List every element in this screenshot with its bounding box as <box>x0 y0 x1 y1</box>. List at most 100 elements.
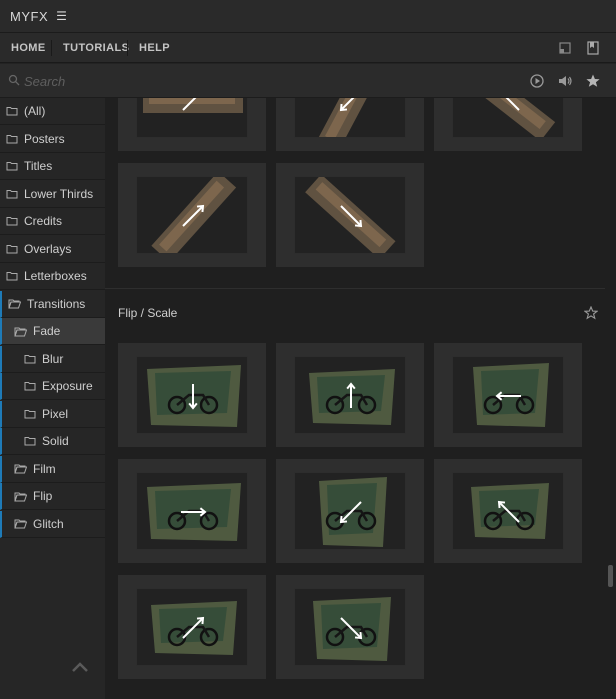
thumbnail-preview <box>136 472 248 550</box>
sidebar-item-label: Pixel <box>42 406 69 421</box>
hamburger-menu-icon[interactable]: ☰ <box>56 9 67 23</box>
sidebar-item-fade[interactable]: Fade <box>0 318 105 345</box>
section-divider <box>105 288 605 289</box>
sidebar-item-exposure[interactable]: Exposure <box>0 373 105 400</box>
scrollbar-thumb[interactable] <box>608 565 613 587</box>
sidebar-item-credits[interactable]: Credits <box>0 208 105 235</box>
effect-thumbnail[interactable] <box>276 575 424 679</box>
app-title: MYFX <box>10 8 49 24</box>
nav-divider <box>51 40 52 56</box>
preview-arrow-up-right-icon <box>143 98 243 113</box>
sidebar-item-label: (All) <box>24 104 46 118</box>
sidebar-item-all[interactable]: (All) <box>0 98 105 125</box>
volume-icon[interactable] <box>557 73 573 89</box>
preview-arrow-down-left-icon <box>319 477 387 547</box>
thumbnail-preview <box>136 588 248 666</box>
effects-grid: Flip / Scale <box>105 98 616 699</box>
sidebar-item-transitions[interactable]: Transitions <box>0 290 105 318</box>
folder-open-icon <box>14 518 33 529</box>
effect-thumbnail[interactable] <box>276 343 424 447</box>
folder-icon <box>6 216 24 226</box>
sidebar-item-glitch[interactable]: Glitch <box>0 510 105 538</box>
tab-tutorials[interactable]: TUTORIALS <box>63 33 129 63</box>
nav-bar: HOME TUTORIALS HELP <box>0 33 616 63</box>
folder-open-icon <box>14 326 33 337</box>
sidebar-item-letterboxes[interactable]: Letterboxes <box>0 263 105 290</box>
folder-icon <box>6 161 24 171</box>
thumbnail-preview <box>452 472 564 550</box>
sidebar-item-label: Film <box>33 461 56 476</box>
folder-icon <box>6 189 24 199</box>
folder-open-icon <box>8 298 27 309</box>
effect-thumbnail[interactable] <box>118 163 266 267</box>
folder-icon <box>6 244 24 254</box>
effect-thumbnail[interactable] <box>434 98 582 151</box>
sidebar-item-film[interactable]: Film <box>0 455 105 483</box>
effect-thumbnail[interactable] <box>276 98 424 151</box>
effect-thumbnail[interactable] <box>118 98 266 151</box>
tab-home[interactable]: HOME <box>11 33 46 63</box>
sidebar-item-label: Lower Thirds <box>24 186 94 201</box>
sidebar-item-posters[interactable]: Posters <box>0 126 105 153</box>
sidebar-item-lower-thirds[interactable]: Lower Thirds <box>0 181 105 208</box>
search-input[interactable] <box>24 71 324 91</box>
preview-arrow-down-icon <box>147 365 241 427</box>
preview-arrow-down-left-icon <box>317 98 386 137</box>
sidebar-item-label: Blur <box>42 351 64 366</box>
thumbnail-preview <box>136 356 248 434</box>
thumbnail-preview <box>294 176 406 254</box>
scroll-up-chevron-icon[interactable] <box>70 660 90 674</box>
preview-arrow-down-right-icon <box>313 597 391 661</box>
thumbnail-preview <box>452 98 564 138</box>
sidebar-item-label: Glitch <box>33 516 64 531</box>
folder-icon <box>24 436 42 446</box>
folder-open-icon <box>14 491 33 502</box>
effect-thumbnail[interactable] <box>434 343 582 447</box>
thumbnail-preview <box>294 588 406 666</box>
sidebar-item-label: Transitions <box>27 296 86 311</box>
sidebar-item-label: Titles <box>24 159 53 173</box>
effect-thumbnail[interactable] <box>118 575 266 679</box>
bookmark-panel-icon[interactable] <box>585 40 601 56</box>
sidebar-item-label: Credits <box>24 214 63 228</box>
thumbnail-preview <box>452 356 564 434</box>
effect-thumbnail[interactable] <box>434 459 582 563</box>
tab-help[interactable]: HELP <box>139 33 170 63</box>
sidebar-item-label: Flip <box>33 489 53 503</box>
sidebar-item-flip[interactable]: Flip <box>0 483 105 510</box>
preview-arrow-up-icon <box>309 369 395 425</box>
folder-icon <box>6 106 24 116</box>
effect-thumbnail[interactable] <box>276 163 424 267</box>
search-bar <box>0 64 616 98</box>
sidebar-item-pixel[interactable]: Pixel <box>0 400 105 428</box>
folder-icon <box>24 381 42 391</box>
preview-arrow-up-left-icon <box>461 98 556 137</box>
sidebar-item-titles[interactable]: Titles <box>0 153 105 180</box>
section-title: Flip / Scale <box>118 306 178 320</box>
sidebar-item-label: Fade <box>33 324 61 338</box>
nav-divider <box>127 40 128 56</box>
thumbnail-preview <box>136 176 248 254</box>
sidebar-item-blur[interactable]: Blur <box>0 345 105 373</box>
window-icon[interactable] <box>557 40 573 56</box>
sidebar-item-solid[interactable]: Solid <box>0 428 105 455</box>
folder-icon <box>24 354 42 364</box>
category-sidebar: (All) Posters Titles Lower Thirds Credits Ove… <box>0 98 105 699</box>
favorite-section-star-icon[interactable] <box>584 306 598 320</box>
search-icon <box>8 74 20 86</box>
effect-thumbnail[interactable] <box>118 343 266 447</box>
sidebar-item-label: Letterboxes <box>24 269 87 283</box>
thumbnail-preview <box>294 356 406 434</box>
preview-arrow-up-right-icon <box>151 177 237 253</box>
preview-arrow-down-right-icon <box>305 177 396 253</box>
effect-thumbnail[interactable] <box>118 459 266 563</box>
effect-thumbnail[interactable] <box>276 459 424 563</box>
folder-icon <box>24 409 42 419</box>
preview-arrow-up-right-icon <box>151 601 237 655</box>
play-icon[interactable] <box>529 73 545 89</box>
thumbnail-preview <box>294 472 406 550</box>
folder-icon <box>6 271 24 281</box>
sidebar-item-label: Solid <box>42 434 69 448</box>
favorites-star-icon[interactable] <box>585 73 601 89</box>
sidebar-item-overlays[interactable]: Overlays <box>0 236 105 263</box>
